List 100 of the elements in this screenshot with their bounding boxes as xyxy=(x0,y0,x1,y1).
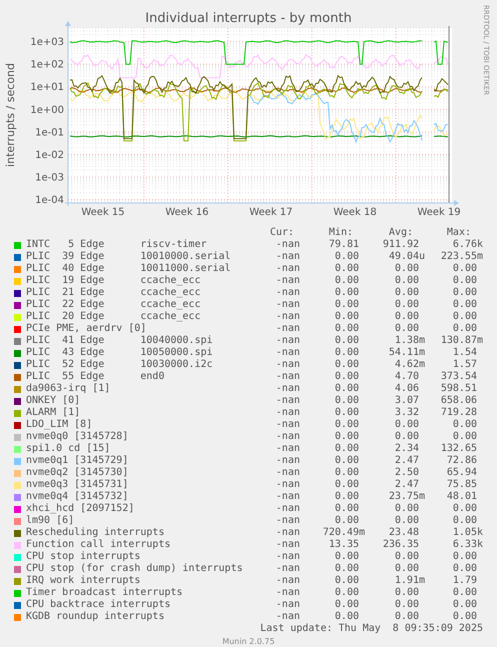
legend-label: lm90 [6] xyxy=(26,515,76,527)
legend-value: 130.87m xyxy=(440,335,483,347)
legend-label: Timer broadcast interrupts xyxy=(26,587,184,599)
legend-label: PLIC 19 Edge ccache_ecc xyxy=(26,275,202,287)
legend-value: 0.00 xyxy=(452,287,478,299)
x-tick-label: Week 15 xyxy=(81,207,125,218)
legend-value: 0.00 xyxy=(334,575,360,587)
legend-value: 0.00 xyxy=(452,299,478,311)
legend-value: 0.00 xyxy=(452,431,478,443)
column-header: Max: xyxy=(446,227,472,239)
legend-value: 1.91m xyxy=(394,575,425,587)
legend-value: 0.00 xyxy=(334,359,360,371)
legend-value: -nan xyxy=(274,527,301,539)
legend-value: 0.00 xyxy=(394,263,420,275)
legend-value: -nan xyxy=(274,479,301,491)
legend-value: 3.07 xyxy=(394,395,420,407)
legend-label: PLIC 21 Edge ccache_ecc xyxy=(26,287,202,299)
legend-label: IRQ work interrupts xyxy=(26,575,142,587)
legend-value: 0.00 xyxy=(394,419,420,431)
legend-value: 0.00 xyxy=(394,323,420,335)
chart-title: Individual interrupts - by month xyxy=(145,11,352,26)
legend-value: -nan xyxy=(274,467,301,479)
legend-value: 0.00 xyxy=(334,395,360,407)
legend-value: 4.06 xyxy=(394,383,420,395)
y-tick-label: 1e+00 xyxy=(30,104,64,116)
legend-value: 658.06 xyxy=(440,395,478,407)
legend-value: -nan xyxy=(274,563,301,575)
legend-value: 13.35 xyxy=(328,539,360,551)
y-tick-label: 1e-04 xyxy=(35,195,64,206)
legend-value: 0.00 xyxy=(452,323,478,335)
legend-value: -nan xyxy=(274,263,301,275)
legend-value: 0.00 xyxy=(334,551,360,563)
legend-value: 48.01 xyxy=(446,491,478,503)
legend-value: 65.94 xyxy=(446,467,478,479)
legend-value: -nan xyxy=(274,551,301,563)
legend-value: 0.00 xyxy=(334,611,360,623)
legend-label: nvme0q0 [3145728] xyxy=(26,431,130,443)
legend-value: 4.70 xyxy=(394,371,420,383)
legend-label: INTC 5 Edge riscv-timer xyxy=(26,239,208,251)
legend-value: -nan xyxy=(274,599,301,611)
legend-value: 1.05k xyxy=(452,527,483,539)
footer-version-text: Munin 2.0.75 xyxy=(222,637,275,646)
legend-value: -nan xyxy=(274,431,301,443)
legend-value: -nan xyxy=(274,443,301,455)
legend-value: 0.00 xyxy=(394,587,420,599)
legend-value: 0.00 xyxy=(394,551,420,563)
legend-label: KGDB roundup interrupts xyxy=(26,611,166,623)
y-tick-label: 1e-02 xyxy=(35,150,64,161)
legend-value: 0.00 xyxy=(394,431,420,443)
y-axis-label: interrupts / second xyxy=(4,63,17,167)
legend-value: 223.55m xyxy=(440,251,483,263)
legend-value: 0.00 xyxy=(452,263,478,275)
legend-value: 0.00 xyxy=(334,263,360,275)
legend-value: 0.00 xyxy=(394,287,420,299)
legend-label: PLIC 39 Edge 10010000.serial xyxy=(26,251,232,263)
legend-value: 236.35 xyxy=(382,539,420,551)
legend-value: -nan xyxy=(274,275,301,287)
legend-value: 1.38m xyxy=(394,335,425,347)
legend-label: Function call interrupts xyxy=(26,539,172,551)
legend-value: 0.00 xyxy=(452,599,478,611)
column-header: Min: xyxy=(328,227,354,239)
legend-value: 0.00 xyxy=(394,311,420,323)
legend-label: PLIC 43 Edge 10050000.spi xyxy=(26,347,214,359)
legend-value: 0.00 xyxy=(334,599,360,611)
legend-value: 0.00 xyxy=(334,251,360,263)
legend-value: 2.47 xyxy=(394,455,420,467)
legend-value: -nan xyxy=(274,611,301,623)
legend-value: 54.11m xyxy=(388,347,425,359)
legend-label: PCIe PME, aerdrv [0] xyxy=(26,323,148,335)
x-tick-label: Week 17 xyxy=(249,207,293,218)
legend-value: 0.00 xyxy=(334,491,360,503)
legend-value: -nan xyxy=(274,335,301,347)
legend-value: 0.00 xyxy=(334,383,360,395)
legend-label: PLIC 40 Edge 10011000.serial xyxy=(26,263,232,275)
legend-value: -nan xyxy=(274,347,301,359)
legend-value: -nan xyxy=(274,383,301,395)
legend-value: 23.75m xyxy=(388,491,425,503)
legend-value: 0.00 xyxy=(334,347,360,359)
x-tick-label: Week 16 xyxy=(165,207,209,218)
legend-value: -nan xyxy=(274,539,301,551)
legend-value: 373.54 xyxy=(440,371,478,383)
legend-value: -nan xyxy=(274,311,301,323)
legend-value: 0.00 xyxy=(334,431,360,443)
y-tick-label: 1e+01 xyxy=(30,82,64,94)
legend-value: 0.00 xyxy=(334,419,360,431)
legend-value: 0.00 xyxy=(452,587,478,599)
legend-value: 2.50 xyxy=(394,467,420,479)
legend-value: -nan xyxy=(274,299,301,311)
legend-label: spi1.0 cd [15] xyxy=(26,443,112,455)
legend-value: -nan xyxy=(274,287,301,299)
legend-value: 0.00 xyxy=(334,503,360,515)
legend-value: 598.51 xyxy=(440,383,478,395)
legend-value: 0.00 xyxy=(334,563,360,575)
legend-value: 0.00 xyxy=(452,551,478,563)
legend-value: -nan xyxy=(274,395,301,407)
legend-value: 72.86 xyxy=(446,455,478,467)
y-tick-label: 1e-03 xyxy=(35,172,64,184)
legend-value: 75.85 xyxy=(446,479,478,491)
legend-label: nvme0q4 [3145732] xyxy=(26,491,130,503)
legend-label: da9063-irq [1] xyxy=(26,383,112,395)
